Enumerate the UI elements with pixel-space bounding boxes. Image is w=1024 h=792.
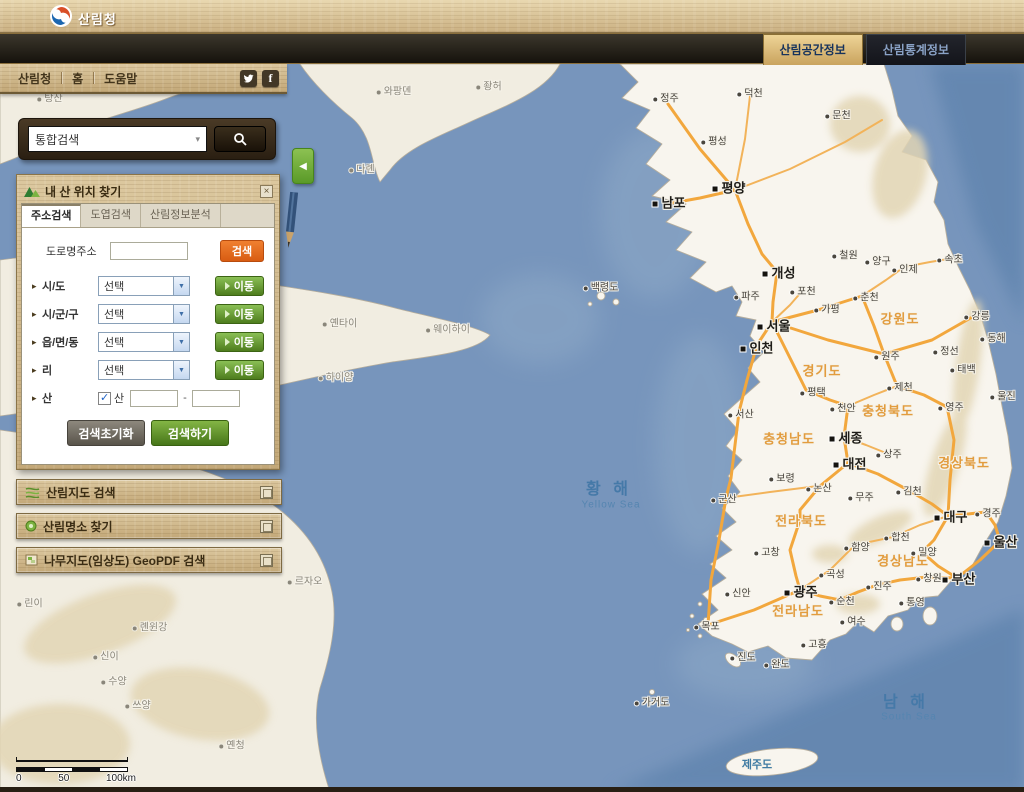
finder-title: 내 산 위치 찾기 [45,184,122,199]
eupmyeondong-select-value: 선택 [104,337,125,349]
expand-icon[interactable] [260,553,273,567]
forest-service-logo [50,5,72,27]
expand-icon[interactable] [260,485,273,499]
sido-move-button[interactable]: 이동 [214,276,264,296]
range-separator: - [183,392,187,404]
bullet-icon: ▸ [32,336,37,347]
play-icon [224,338,230,346]
chevron-down-icon: ▼ [173,361,189,379]
finder-actions: 검색초기화 검색하기 [32,420,264,446]
finder-tabs: 주소검색 도엽검색 산림정보분석 [22,204,274,228]
play-icon [224,282,230,290]
ri-row: ▸ 리 선택 ▼ 이동 [32,356,264,384]
play-icon [224,310,230,318]
san-row: ▸ 산 산 - [32,384,264,412]
san-number-end-input[interactable] [191,389,240,407]
collapse-sidebar-button[interactable]: ◀ [292,148,314,184]
reset-button[interactable]: 검색초기화 [67,420,145,446]
tree-map-icon [25,554,38,566]
ri-label: 리 [42,365,53,377]
sigungu-row: ▸ 시/군/구 선택 ▼ 이동 [32,300,264,328]
bullet-icon: ▸ [32,280,37,291]
san-label: 산 [42,393,53,405]
panel-forest-spot-finder[interactable]: 산림명소 찾기 [16,513,282,539]
app-window: 산림청 산림공간정보 산림통계정보 탕산 와팡뎬 좡허 다롄 옌타이 웨이하이 … [0,0,1024,792]
bottom-edge [0,787,1024,792]
forest-map-icon [25,487,40,498]
ri-select-value: 선택 [104,365,125,377]
sido-label: 시/도 [42,281,66,293]
scale-mid-label: 50 [58,773,70,784]
eupmyeondong-select[interactable]: 선택 ▼ [98,332,190,352]
app-title: 산림청 [78,12,117,27]
sigungu-label: 시/군/구 [42,309,79,321]
panel-forest-map-search[interactable]: 산림지도 검색 [16,479,282,505]
forest-spot-icon [25,520,37,532]
eupmyeondong-row: ▸ 읍/면/동 선택 ▼ 이동 [32,328,264,356]
address-search-button[interactable]: 검색 [220,240,264,262]
sigungu-select-value: 선택 [104,309,125,321]
scale-segments [16,767,128,772]
ri-select[interactable]: 선택 ▼ [98,360,190,380]
road-address-row: 도로명주소 검색 [32,238,264,264]
sido-select-value: 선택 [104,281,125,293]
twitter-icon[interactable] [240,69,257,87]
chevron-down-icon: ▾ [195,133,200,144]
sido-select[interactable]: 선택 ▼ [98,276,190,296]
sigungu-select[interactable]: 선택 ▼ [98,304,190,324]
scale-ruler [16,757,128,762]
map-region: 탕산 와팡뎬 좡허 다롄 옌타이 웨이하이 하이양 린이 르자오 롄윈강 신이 수양 쓰양 옌청 정주 덕천 문… [0,64,1024,792]
eupmyeondong-move-button[interactable]: 이동 [214,332,264,352]
chevron-down-icon: ▼ [173,333,189,351]
menu-item-home[interactable]: 홈 [62,70,93,87]
panel-tree-map-geopdf-search[interactable]: 나무지도(임상도) GeoPDF 검색 [16,547,282,573]
search-category-value: 통합검색 [35,132,80,147]
finder-header: 내 산 위치 찾기 × [21,179,275,203]
bullet-icon: ▸ [32,308,37,319]
nav-bar: 산림공간정보 산림통계정보 [0,33,1024,65]
sidebar-menu: 산림청 홈 도움말 f [0,64,287,94]
san-checkbox-label: 산 [114,393,125,405]
submit-button[interactable]: 검색하기 [151,420,229,446]
chevron-down-icon: ▼ [173,277,189,295]
scale-start-label: 0 [16,773,22,784]
search-button[interactable] [214,126,266,152]
menu-item-forest-service[interactable]: 산림청 [8,70,61,87]
search-panel: 통합검색 ▾ [18,118,276,160]
san-checkbox[interactable] [98,391,111,405]
scale-end-label: 100km [105,773,136,784]
mountain-icon [24,187,40,197]
bullet-icon: ▸ [32,392,37,403]
road-address-label: 도로명주소 [46,246,97,258]
tab-map-sheet-search[interactable]: 도엽검색 [81,204,141,227]
play-icon [224,366,230,374]
expand-icon[interactable] [260,519,273,533]
chevron-down-icon: ▼ [173,305,189,323]
eupmyeondong-label: 읍/면/동 [42,337,79,349]
san-number-start-input[interactable] [130,389,179,407]
ri-move-button[interactable]: 이동 [214,360,264,380]
bullet-icon: ▸ [32,364,37,375]
unified-search-select[interactable]: 통합검색 ▾ [28,126,207,152]
search-icon [234,133,247,146]
tab-address-search[interactable]: 주소검색 [22,204,82,227]
sido-row: ▸ 시/도 선택 ▼ 이동 [32,272,264,300]
road-address-input[interactable] [110,242,188,260]
tab-forest-info-analysis[interactable]: 산림정보분석 [141,204,221,227]
tab-forest-statistics[interactable]: 산림통계정보 [865,34,966,65]
close-icon[interactable]: × [260,184,273,198]
facebook-icon[interactable]: f [262,69,279,87]
map-scale: 0 50 100km [16,757,136,784]
service-tabs: 산림공간정보 산림통계정보 [762,34,966,65]
menu-item-help[interactable]: 도움말 [94,70,147,87]
app-header: 산림청 [0,0,1024,33]
sigungu-move-button[interactable]: 이동 [214,304,264,324]
tab-forest-spatial-info[interactable]: 산림공간정보 [762,34,863,65]
my-mountain-finder-panel: 내 산 위치 찾기 × 주소검색 도엽검색 산림정보분석 도로명주소 검색 ▸ … [16,174,280,470]
